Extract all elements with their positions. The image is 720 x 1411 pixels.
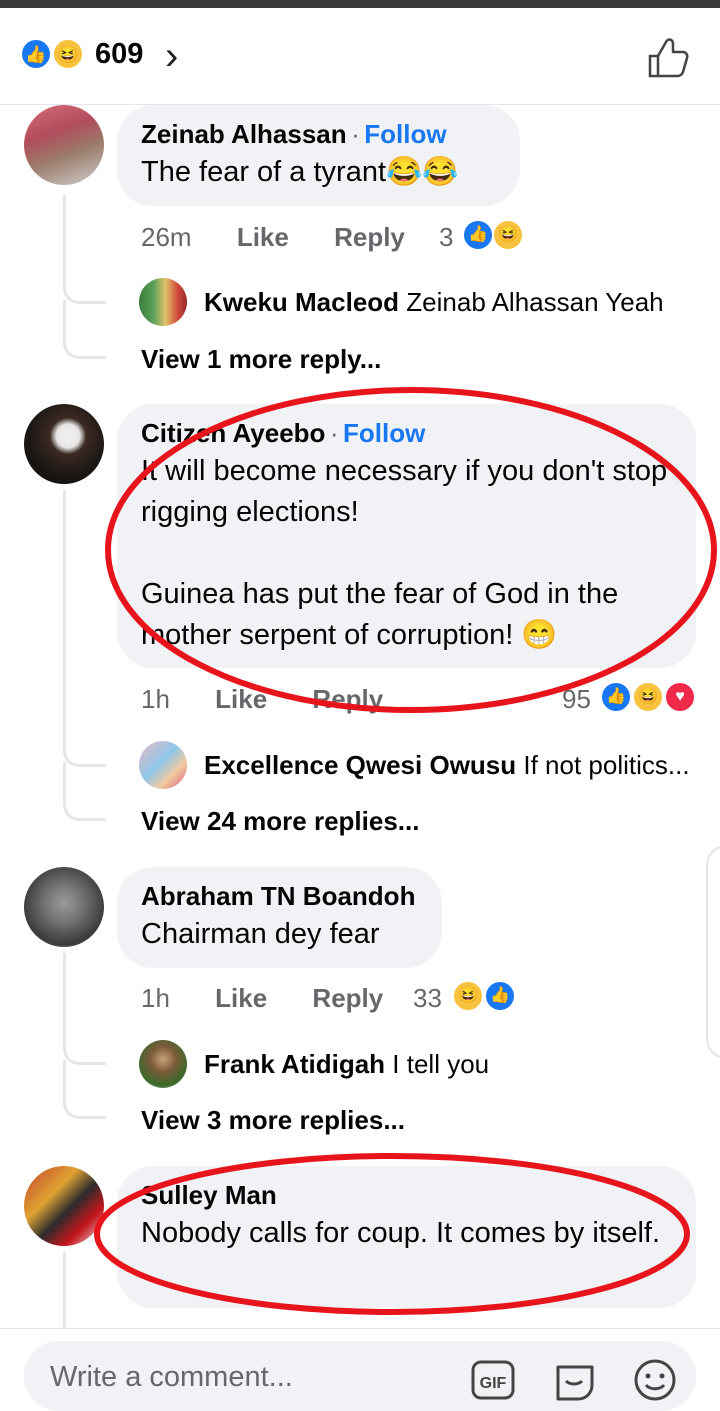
status-bar-strip	[0, 0, 720, 8]
comment-text: Nobody calls for coup. It comes by itsel…	[141, 1217, 660, 1249]
reaction-count[interactable]: 95	[562, 684, 591, 715]
reaction-count[interactable]: 3	[439, 222, 453, 253]
reaction-summary[interactable]: 👍 😆	[20, 38, 84, 74]
comment-time[interactable]: 1h	[141, 684, 170, 714]
haha-icon: 😆	[632, 681, 664, 713]
thread-connector	[63, 320, 106, 359]
scroll-handle[interactable]	[706, 845, 720, 1059]
thread-line	[63, 953, 66, 1018]
comment-text: Chairman dey fear	[141, 918, 380, 950]
reply-author[interactable]: Kweku Macleod	[204, 287, 399, 317]
thread-connector	[63, 1016, 106, 1065]
avatar[interactable]	[139, 278, 187, 326]
avatar[interactable]	[24, 867, 104, 947]
comment-bubble: Zeinab Alhassan · Follow The fear of a t…	[117, 105, 520, 206]
like-button[interactable]: Like	[215, 983, 267, 1013]
comment-author[interactable]: Abraham TN Boandoh	[141, 881, 415, 911]
comment-text: It will become necessary if you don't st…	[141, 455, 668, 651]
view-more-replies-link[interactable]: View 3 more replies...	[141, 1105, 405, 1136]
comment-author[interactable]: Citizen Ayeebo	[141, 418, 325, 448]
reply-button[interactable]: Reply	[312, 983, 383, 1013]
avatar[interactable]	[139, 741, 187, 789]
thread-line	[63, 490, 66, 720]
comment-author[interactable]: Sulley Man	[141, 1180, 277, 1210]
thread-connector	[63, 1080, 106, 1119]
reply-text: I tell you	[392, 1049, 490, 1079]
reply-text: Zeinab Alhassan Yeah	[406, 287, 664, 317]
gif-label: GIF	[480, 1375, 507, 1392]
reactions-header: 👍 😆 609 ›	[0, 8, 720, 105]
thread-connector	[63, 782, 106, 821]
reply-preview[interactable]: Kweku Macleod Zeinab Alhassan Yeah	[204, 287, 664, 318]
like-icon: 👍	[20, 38, 52, 70]
separator: ·	[351, 119, 360, 149]
comment-text: The fear of a tyrant😂😂	[141, 156, 459, 188]
thread-connector	[63, 718, 106, 767]
chevron-right-icon[interactable]: ›	[165, 34, 178, 79]
emoji-icon[interactable]	[632, 1357, 678, 1403]
love-icon: ♥	[664, 681, 696, 713]
haha-icon: 😆	[452, 980, 484, 1012]
reply-button[interactable]: Reply	[312, 684, 383, 714]
sticker-icon[interactable]	[552, 1357, 598, 1403]
comment-bubble: Citizen Ayeebo · Follow It will become n…	[117, 404, 696, 668]
follow-button[interactable]: Follow	[364, 119, 446, 149]
reply-author[interactable]: Excellence Qwesi Owusu	[204, 750, 516, 780]
like-icon: 👍	[484, 980, 516, 1012]
reply-preview[interactable]: Excellence Qwesi Owusu If not politics..…	[204, 750, 690, 781]
thumbs-up-icon[interactable]	[644, 34, 692, 82]
comment-time[interactable]: 26m	[141, 222, 192, 252]
comment-composer: Write a comment... GIF	[0, 1328, 720, 1411]
reaction-count[interactable]: 609	[95, 38, 143, 71]
comment-bubble: Sulley Man Nobody calls for coup. It com…	[117, 1166, 696, 1308]
haha-icon: 😆	[52, 38, 84, 70]
avatar[interactable]	[24, 1166, 104, 1246]
separator: ·	[329, 418, 339, 448]
like-icon: 👍	[600, 681, 632, 713]
comment-author[interactable]: Zeinab Alhassan	[141, 119, 347, 149]
like-icon: 👍	[462, 219, 494, 251]
reaction-icons[interactable]: 😆 👍	[452, 980, 522, 1012]
avatar[interactable]	[24, 105, 104, 185]
reaction-icons[interactable]: 👍 😆	[462, 219, 532, 251]
view-more-replies-link[interactable]: View 1 more reply...	[141, 344, 381, 375]
reaction-count[interactable]: 33	[413, 983, 442, 1014]
thread-line	[63, 195, 66, 257]
comment-time[interactable]: 1h	[141, 983, 170, 1013]
reaction-icons[interactable]: 👍 😆 ♥	[600, 681, 700, 713]
follow-button[interactable]: Follow	[343, 418, 425, 448]
reply-author[interactable]: Frank Atidigah	[204, 1049, 385, 1079]
avatar[interactable]	[24, 404, 104, 484]
comment-actions: 1h Like Reply	[141, 684, 421, 715]
comment-bubble: Abraham TN Boandoh Chairman dey fear	[117, 867, 442, 968]
view-more-replies-link[interactable]: View 24 more replies...	[141, 806, 419, 837]
avatar[interactable]	[139, 1040, 187, 1088]
like-button[interactable]: Like	[237, 222, 289, 252]
reply-text: If not politics...	[523, 750, 690, 780]
gif-icon[interactable]: GIF	[470, 1357, 516, 1403]
haha-icon: 😆	[492, 219, 524, 251]
thread-line	[63, 1252, 66, 1328]
thread-connector	[63, 255, 106, 304]
like-button[interactable]: Like	[215, 684, 267, 714]
comment-actions: 26m Like Reply	[141, 222, 443, 253]
comment-actions: 1h Like Reply	[141, 983, 421, 1014]
reply-preview[interactable]: Frank Atidigah I tell you	[204, 1049, 489, 1080]
reply-button[interactable]: Reply	[334, 222, 405, 252]
